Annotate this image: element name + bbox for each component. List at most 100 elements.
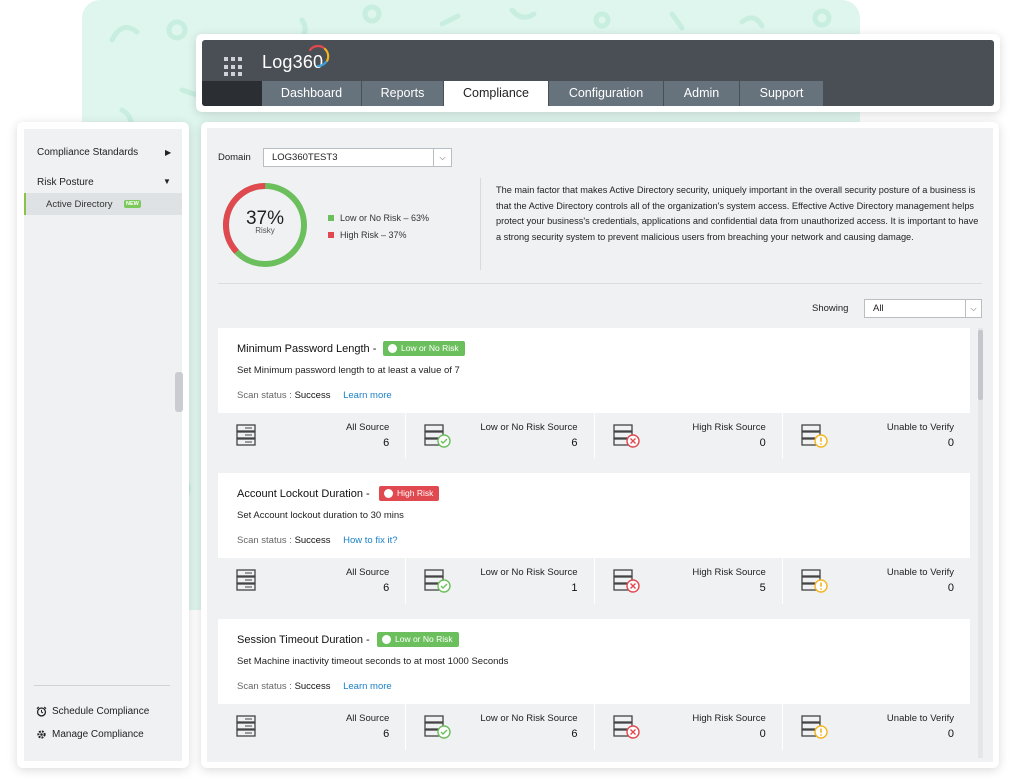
stat-value: 6	[571, 728, 578, 740]
scan-status-label: Scan status :	[237, 390, 292, 401]
stat-label: Unable to Verify	[886, 422, 954, 433]
stat-value: 1	[571, 582, 578, 594]
chevron-down-icon: ⌵	[965, 300, 981, 317]
legend-swatch-high	[328, 232, 334, 238]
sidebar-item-active-directory[interactable]: Active Directory NEW	[24, 193, 182, 215]
stat-unable-to-verify[interactable]: Unable to Verify 0	[783, 704, 970, 750]
sidebar-item-risk-posture[interactable]: Risk Posture	[37, 177, 94, 188]
status-badge: Low or No Risk	[383, 341, 465, 356]
stat-label: Low or No Risk Source	[480, 713, 578, 724]
tab-configuration[interactable]: Configuration	[549, 81, 664, 106]
left-sidebar: Compliance Standards ▶ Risk Posture ▼ Ac…	[17, 122, 189, 768]
alarm-clock-icon	[36, 706, 47, 717]
showing-label: Showing	[812, 303, 849, 314]
stat-label: High Risk Source	[692, 713, 766, 724]
nav-spacer	[202, 81, 262, 106]
stat-label: High Risk Source	[692, 422, 766, 433]
stat-label: Unable to Verify	[886, 713, 954, 724]
chevron-down-icon[interactable]: ▼	[163, 177, 171, 186]
scan-status-value: Success	[294, 681, 331, 692]
server-warning-icon	[801, 569, 828, 593]
stat-label: Low or No Risk Source	[480, 567, 578, 578]
stat-high-risk-source[interactable]: High Risk Source 0	[595, 704, 783, 750]
sidebar-collapse-handle[interactable]	[175, 372, 183, 412]
main-panel: Domain LOG360TEST3 ⌵ 37% Risky Low or No…	[207, 128, 993, 762]
server-icon	[236, 424, 256, 446]
stat-low-risk-source[interactable]: Low or No Risk Source 6	[406, 413, 595, 459]
status-badge: High Risk	[379, 486, 440, 501]
legend-swatch-low	[328, 215, 334, 221]
stat-label: Low or No Risk Source	[480, 422, 578, 433]
tab-support[interactable]: Support	[740, 81, 824, 106]
scrollbar-thumb[interactable]	[978, 330, 983, 400]
card-title: Account Lockout Duration -	[237, 488, 370, 500]
chevron-right-icon[interactable]: ▶	[165, 148, 171, 157]
main-nav-tabs: Dashboard Reports Compliance Configurati…	[202, 81, 994, 106]
server-warning-icon	[801, 715, 828, 739]
stat-unable-to-verify[interactable]: Unable to Verify 0	[783, 413, 970, 459]
stat-unable-to-verify[interactable]: Unable to Verify 0	[783, 558, 970, 604]
compliance-card: Account Lockout Duration - High Risk Set…	[218, 473, 970, 604]
logo-arc-icon	[308, 44, 330, 68]
learn-more-link[interactable]: Learn more	[343, 390, 392, 401]
stat-all-source[interactable]: All Source 6	[218, 558, 407, 604]
legend-high-risk: High Risk – 37%	[328, 230, 407, 240]
stat-low-risk-source[interactable]: Low or No Risk Source 1	[406, 558, 595, 604]
status-badge-label: Low or No Risk	[401, 343, 459, 353]
status-badge-label: High Risk	[397, 488, 434, 498]
header-bar: Log360 Dashboard Reports Compliance Conf…	[202, 40, 994, 106]
stat-value: 0	[759, 437, 766, 449]
legend-label-high: High Risk – 37%	[340, 230, 407, 240]
domain-select[interactable]: LOG360TEST3 ⌵	[263, 148, 452, 167]
summary-divider	[480, 178, 481, 270]
showing-select[interactable]: All ⌵	[864, 299, 982, 318]
legend-label-low: Low or No Risk – 63%	[340, 213, 430, 223]
status-badge: Low or No Risk	[377, 632, 459, 647]
stat-value: 5	[759, 582, 766, 594]
compliance-card: Minimum Password Length - Low or No Risk…	[218, 328, 970, 459]
learn-more-link[interactable]: Learn more	[343, 681, 392, 692]
stat-value: 0	[947, 582, 954, 594]
how-to-fix-link[interactable]: How to fix it?	[343, 535, 397, 546]
server-check-icon	[424, 424, 451, 448]
tab-admin[interactable]: Admin	[664, 81, 740, 106]
source-stats: All Source 6 Low or No Risk Source 6 Hig…	[218, 413, 970, 459]
tab-reports[interactable]: Reports	[362, 81, 444, 106]
check-icon	[388, 344, 397, 353]
stat-value: 0	[759, 728, 766, 740]
server-x-icon	[612, 424, 640, 448]
server-icon	[236, 715, 256, 737]
status-badge-label: Low or No Risk	[395, 634, 453, 644]
server-check-icon	[424, 715, 451, 739]
summary-description: The main factor that makes Active Direct…	[496, 185, 979, 243]
sidebar-divider	[34, 685, 170, 686]
stat-value: 0	[947, 437, 954, 449]
stat-high-risk-source[interactable]: High Risk Source 0	[595, 413, 783, 459]
chevron-down-icon: ⌵	[433, 149, 451, 166]
stat-low-risk-source[interactable]: Low or No Risk Source 6	[406, 704, 595, 750]
scan-status-label: Scan status :	[237, 681, 292, 692]
source-stats: All Source 6 Low or No Risk Source 6 Hig…	[218, 704, 970, 750]
stat-label: All Source	[345, 422, 390, 433]
manage-compliance-link[interactable]: Manage Compliance	[36, 729, 144, 740]
app-grid-icon[interactable]	[224, 57, 244, 77]
manage-compliance-label: Manage Compliance	[52, 729, 144, 740]
check-icon	[382, 635, 391, 644]
scan-status-value: Success	[294, 390, 331, 401]
stat-value: 6	[571, 437, 578, 449]
x-circle-icon	[384, 489, 393, 498]
sidebar-item-compliance-standards[interactable]: Compliance Standards	[37, 147, 138, 158]
list-scrollbar[interactable]	[978, 328, 983, 758]
tab-dashboard[interactable]: Dashboard	[262, 81, 362, 106]
section-divider	[218, 283, 982, 284]
sidebar-item-label: Active Directory	[46, 199, 113, 210]
schedule-compliance-link[interactable]: Schedule Compliance	[36, 706, 149, 717]
card-description: Set Machine inactivity timeout seconds t…	[237, 656, 509, 667]
stat-all-source[interactable]: All Source 6	[218, 413, 407, 459]
stat-high-risk-source[interactable]: High Risk Source 5	[595, 558, 783, 604]
stat-all-source[interactable]: All Source 6	[218, 704, 407, 750]
card-title: Minimum Password Length -	[237, 343, 377, 355]
scan-status-row: Scan status : Success Learn more	[237, 681, 392, 692]
card-description: Set Account lockout duration to 30 mins	[237, 510, 404, 521]
tab-compliance[interactable]: Compliance	[444, 81, 549, 106]
